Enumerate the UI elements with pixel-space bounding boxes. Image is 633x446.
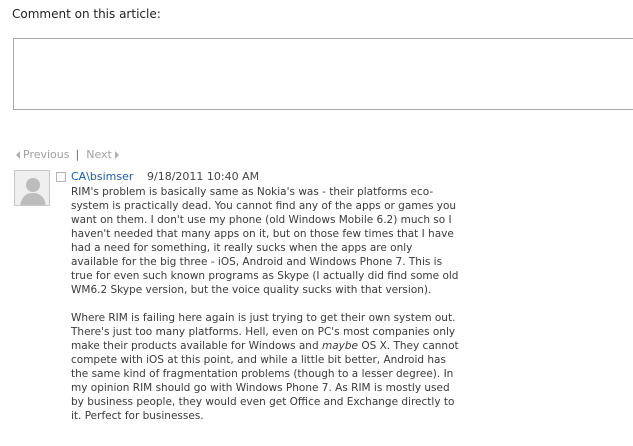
triangle-left-icon — [16, 150, 20, 159]
previous-link[interactable]: Previous — [23, 148, 70, 161]
comment-paragraph-2-part-b: OS X. They cannot compete with iOS at th… — [71, 340, 459, 422]
comment-body: RIM's problem is basically same as Nokia… — [71, 185, 459, 437]
comment-author-link[interactable]: CA\bsimser — [71, 170, 133, 183]
comment-paragraph-2: Where RIM is failing here again is just … — [71, 311, 459, 423]
pager-separator: | — [75, 148, 80, 161]
triangle-right-icon — [114, 150, 119, 159]
comment-select-checkbox[interactable] — [56, 172, 66, 182]
comment-paragraph-2-italic: maybe — [321, 340, 358, 352]
comment-textarea[interactable] — [13, 38, 633, 110]
comment-timestamp: 9/18/2011 10:40 AM — [147, 170, 260, 183]
comment-pager: Previous | Next — [16, 148, 119, 161]
next-link[interactable]: Next — [86, 148, 112, 161]
comment-heading: Comment on this article: — [12, 7, 161, 21]
default-user-avatar-icon — [15, 171, 49, 205]
avatar[interactable] — [14, 170, 50, 206]
comment-paragraph-1: RIM's problem is basically same as Nokia… — [71, 186, 459, 296]
